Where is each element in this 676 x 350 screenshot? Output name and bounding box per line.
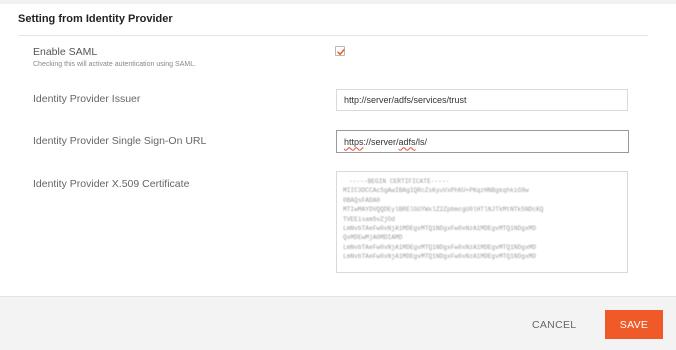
certificate-textarea[interactable]: -----BEGIN CERTIFICATE----- MIIC3DCCAcSg…: [336, 171, 628, 273]
enable-saml-checkbox[interactable]: [335, 46, 345, 56]
sso-url-part-scheme: https: [344, 136, 364, 147]
certificate-line: LmNvbTAeFw0xNjA1MDEgvMTQ1NDgxFw0xNzA1MDE…: [343, 225, 537, 233]
sso-url-label: Identity Provider Single Sign-On URL: [33, 135, 207, 147]
section-title: Setting from Identity Provider: [18, 13, 173, 25]
issuer-input-value: http://server/adfs/services/trust: [344, 95, 467, 105]
certificate-line: MTIwMAYDVQQDEylBRElGUYWxlZ2ZpbmcgU0lHTlN…: [343, 206, 544, 214]
sso-url-part-adfs: adfs: [398, 136, 416, 147]
checkmark-icon: [337, 49, 345, 56]
certificate-line: LmNvbTAeFw0xNjA1MDEgvMTQ1NDgxFw0xNzA1MDE…: [343, 243, 537, 251]
form-footer: CANCEL SAVE: [0, 296, 676, 350]
sso-url-part-host: ://server/: [363, 136, 399, 147]
identity-provider-settings-page: Setting from Identity Provider Enable SA…: [0, 0, 676, 350]
sso-url-input[interactable]: https://server/adfs/ls/: [336, 130, 629, 153]
certificate-line: -----BEGIN CERTIFICATE-----: [349, 178, 450, 185]
certificate-line: QxMDEwMjA0MDIAMD: [343, 234, 403, 242]
top-strip: [0, 0, 676, 4]
issuer-input[interactable]: http://server/adfs/services/trust: [336, 89, 628, 111]
enable-saml-label: Enable SAML: [33, 46, 98, 58]
cancel-button[interactable]: CANCEL: [532, 319, 576, 331]
certificate-line: MIIC3DCCAcSgAwIBAgIQRcZsKyuVxPhKU+PKqzHN…: [343, 187, 529, 195]
certificate-line: 0BAQsFADA0: [343, 196, 381, 204]
certificate-line: LmNvbTAeFw0xNjA1MDEgvMTQ1NDgxFw0xNzA1MDE…: [343, 253, 537, 261]
save-button[interactable]: SAVE: [605, 310, 663, 339]
enable-saml-hint: Checking this will activate autenticatio…: [33, 61, 197, 68]
issuer-label: Identity Provider Issuer: [33, 93, 141, 105]
sso-url-part-path: /ls/: [415, 136, 428, 147]
certificate-line: TVEEisam5vZjOd: [343, 215, 395, 223]
sso-url-input-value: https://server/adfs/ls/: [344, 137, 427, 147]
section-divider: [18, 35, 648, 36]
certificate-label: Identity Provider X.509 Certificate: [33, 178, 190, 190]
